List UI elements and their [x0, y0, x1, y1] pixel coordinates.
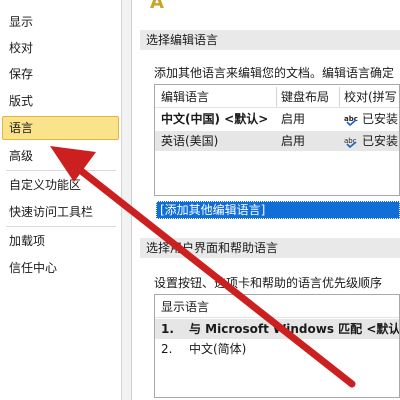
editing-language-list-header: 编辑语言 键盘布局 校对(拼写: [155, 87, 399, 108]
proofing-status: 已安装: [362, 134, 399, 148]
sidebar-item-language[interactable]: 语言: [2, 116, 119, 140]
sidebar-divider: [6, 226, 116, 227]
column-header-proofing[interactable]: 校对(拼写: [344, 87, 399, 107]
display-language-name: 中文(简体): [189, 342, 247, 356]
language-name: 英语(美国): [161, 134, 219, 148]
table-row[interactable]: 中文(中国) <默认> 启用 abc 已安装: [155, 109, 399, 129]
keyboard-status: 启用: [281, 134, 306, 148]
keyboard-status: 启用: [281, 112, 306, 126]
add-editing-language-dropdown[interactable]: [添加其他编辑语言]: [156, 201, 400, 219]
editing-language-header: 选择编辑语言: [140, 30, 400, 50]
display-language-list[interactable]: 显示语言 1. 与 Microsoft Windows 匹配 <默认> 2. 中…: [154, 294, 400, 398]
proofing-abc-icon: abc: [344, 109, 360, 129]
sidebar-item-advanced[interactable]: 高级: [2, 144, 119, 168]
display-language-name: 与 Microsoft Windows 匹配 <默认>: [189, 322, 400, 336]
column-header-keyboard-layout[interactable]: 键盘布局: [281, 87, 341, 107]
sidebar-item-layout[interactable]: 版式: [2, 89, 119, 113]
language-name: 中文(中国) <默认>: [161, 112, 269, 126]
column-divider: [276, 87, 277, 107]
sidebar-item-customize-ribbon[interactable]: 自定义功能区: [2, 173, 119, 197]
svg-text:abc: abc: [344, 115, 358, 123]
language-icon: A: [150, 0, 164, 13]
table-row[interactable]: 英语(美国) 启用 abc 已安装: [155, 131, 399, 151]
proofing-abc-icon: abc: [344, 131, 360, 151]
sidebar-splitter: [122, 0, 132, 400]
sidebar-item-add-ins[interactable]: 加载项: [2, 229, 119, 253]
sidebar-item-save[interactable]: 保存: [2, 62, 119, 86]
language-options-panel: A 选择编辑语言 添加其他语言来编辑您的文档。编辑语言确定 编辑语言 键盘布局 …: [132, 0, 400, 400]
table-row[interactable]: 2. 中文(简体): [155, 339, 399, 359]
ui-language-description: 设置按钮、选项卡和帮助的语言优先级顺序: [154, 276, 383, 290]
sidebar-item-trust-center[interactable]: 信任中心: [2, 256, 119, 280]
table-row[interactable]: 1. 与 Microsoft Windows 匹配 <默认>: [155, 319, 399, 339]
column-header-editing-language[interactable]: 编辑语言: [161, 87, 273, 107]
column-divider: [339, 87, 340, 107]
options-sidebar: 显示 校对 保存 版式 语言 高级 自定义功能区 快速访问工具栏 加载项 信任中…: [0, 0, 122, 400]
column-header-display-language[interactable]: 显示语言: [161, 297, 361, 317]
priority-number: 1.: [161, 322, 174, 336]
display-language-list-header: 显示语言: [155, 297, 399, 318]
priority-number: 2.: [161, 342, 173, 356]
ui-language-header: 选择用户界面和帮助语言: [140, 238, 400, 258]
editing-language-list[interactable]: 编辑语言 键盘布局 校对(拼写 中文(中国) <默认> 启用 abc 已安装 英…: [154, 84, 400, 196]
editing-language-description: 添加其他语言来编辑您的文档。编辑语言确定: [154, 66, 395, 80]
proofing-status: 已安装: [362, 112, 399, 126]
sidebar-item-display[interactable]: 显示: [2, 10, 119, 34]
sidebar-item-proofing[interactable]: 校对: [2, 36, 119, 60]
sidebar-divider: [6, 170, 116, 171]
sidebar-item-quick-access-toolbar[interactable]: 快速访问工具栏: [2, 200, 119, 224]
